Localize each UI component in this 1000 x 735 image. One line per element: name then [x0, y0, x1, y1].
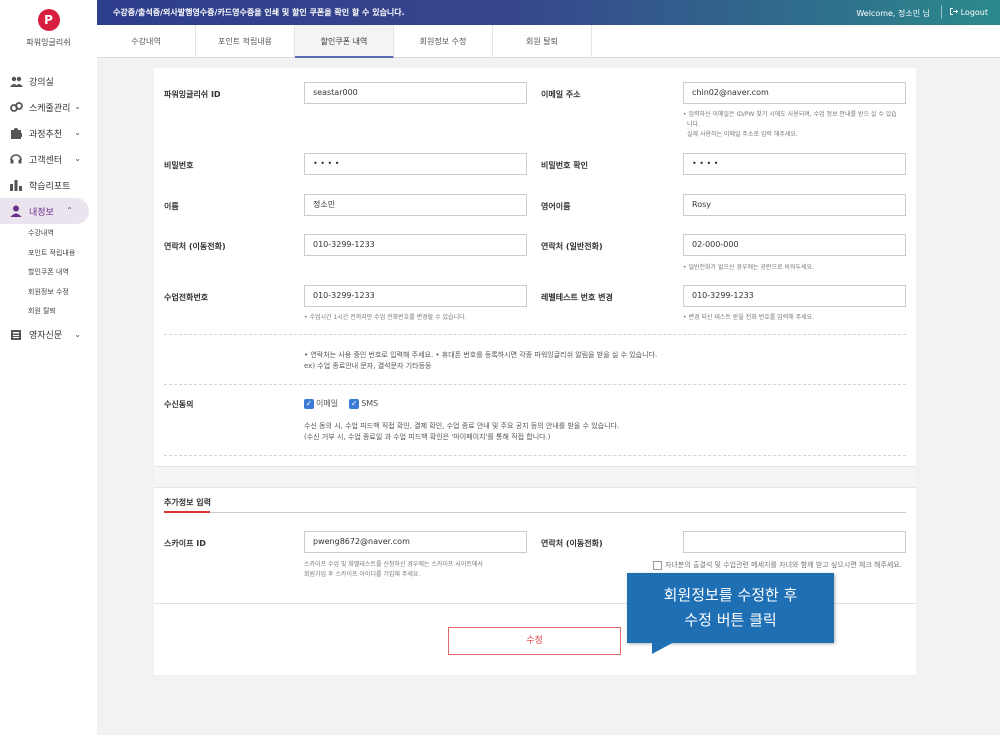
guardian-check-row: 자녀분의 출결석 및 수업관련 메세지를 자녀와 함께 받고 싶으시면 체크 해… — [653, 560, 902, 570]
email-label: 이메일 주소 — [541, 90, 581, 99]
password-field[interactable]: • • • • — [304, 153, 527, 175]
tab-bar: 수강내역 포인트 적립내용 할인쿠폰 내역 회원정보 수정 회원 탈퇴 — [97, 25, 1000, 58]
logo-area[interactable]: P 파워잉글리쉬 — [0, 0, 97, 58]
mobile-field[interactable]: 010-3299-1233 — [304, 234, 527, 256]
tab-course-history[interactable]: 수강내역 — [97, 25, 196, 58]
phone-field[interactable]: 02-000-000 — [683, 234, 906, 256]
tab-points[interactable]: 포인트 적립내용 — [196, 25, 295, 58]
contact-note: • 연락처는 사용 중인 번호로 입력해 주세요. • 휴대폰 번호를 등록하시… — [304, 350, 657, 372]
divider — [164, 334, 906, 335]
level-test-field[interactable]: 010-3299-1233 — [683, 285, 906, 307]
tooltip-line: 수정 버튼 클릭 — [684, 611, 777, 629]
guardian-check-label: 자녀분의 출결석 및 수업관련 메세지를 자녀와 함께 받고 싶으시면 체크 해… — [665, 561, 902, 569]
english-name-label: 영어이름 — [541, 202, 571, 211]
english-name-field[interactable]: Rosy — [683, 194, 906, 216]
logout-icon — [949, 7, 958, 18]
phone-hint: • 일반전화가 없으신 경우에는 공란으로 비워두세요. — [683, 264, 814, 271]
name-label: 이름 — [164, 202, 179, 211]
email-hint-line: 니다. — [687, 121, 700, 128]
class-phone-field[interactable]: 010-3299-1233 — [304, 285, 527, 307]
password-confirm-field[interactable]: • • • • — [683, 153, 906, 175]
welcome-text: Welcome, 정소민 님 — [856, 9, 930, 18]
class-phone-label: 수업전화번호 — [164, 293, 209, 302]
brand-name: 파워잉글리쉬 — [26, 38, 71, 47]
contact-note-line: ex) 수업 종료안내 문자, 결석문자 기타등등 — [304, 362, 432, 370]
tab-coupons[interactable]: 할인쿠폰 내역 — [295, 25, 394, 58]
submit-button[interactable]: 수정 — [448, 627, 621, 655]
level-test-label: 레벨테스트 번호 변경 — [541, 293, 613, 302]
skype-hint-line: 스카이프 수업 및 화벨테스트를 신청하신 경우에는 스카이프 사이트에서 — [304, 561, 483, 568]
consent-note: 수신 동의 시, 수업 피드백 직접 확인, 결제 확인, 수업 종료 안내 및… — [304, 421, 619, 443]
email-hint: • 입력하신 이메일은 ID/PW 찾기 시에도 사용되며, 수업 정보 안내를… — [683, 110, 908, 140]
sms-consent-checkbox[interactable]: ✓ — [349, 398, 360, 409]
consent-checkboxes: ✓ 이메일 ✓ SMS — [304, 398, 378, 409]
phone-label: 연락처 (일반전화) — [541, 242, 603, 251]
guardian-phone-label: 연락처 (이동전화) — [541, 539, 603, 548]
email-field[interactable]: chin02@naver.com — [683, 82, 906, 104]
email-hint-line: 실제 사용하는 이메일 주소로 입력 해주세요. — [687, 131, 798, 138]
id-field[interactable]: seastar000 — [304, 82, 527, 104]
section-underline-accent — [164, 511, 210, 513]
password-label: 비밀번호 — [164, 161, 194, 170]
id-label: 파워잉글리쉬 ID — [164, 90, 221, 99]
email-hint-line: • 입력하신 이메일은 ID/PW 찾기 시에도 사용되며, 수업 정보 안내를… — [683, 111, 897, 118]
tooltip-tail — [652, 642, 674, 654]
header-divider — [941, 5, 942, 19]
top-header: 수강증/출석증/외사발행영수증/카드영수증을 인쇄 및 할인 쿠폰을 확인 할 … — [97, 0, 1000, 25]
guardian-checkbox[interactable] — [653, 560, 662, 570]
level-test-hint: • 변경 되신 테스트 받을 전화 번호를 입력해 주세요. — [683, 314, 815, 321]
skype-hint: 스카이프 수업 및 화벨테스트를 신청하신 경우에는 스카이프 사이트에서 회원… — [304, 560, 483, 580]
section-separator — [154, 466, 916, 488]
tab-withdraw[interactable]: 회원 탈퇴 — [493, 25, 592, 58]
logout-button[interactable]: Logout — [949, 7, 988, 18]
guardian-phone-field[interactable] — [683, 531, 906, 553]
email-consent-checkbox[interactable]: ✓ — [304, 398, 314, 409]
email-consent-label: 이메일 — [316, 399, 339, 408]
sms-consent-label: SMS — [361, 399, 379, 408]
name-field[interactable]: 정소민 — [304, 194, 527, 216]
divider — [164, 455, 906, 456]
logout-label: Logout — [960, 8, 988, 17]
skype-label: 스카이프 ID — [164, 539, 206, 548]
header-notice: 수강증/출석증/외사발행영수증/카드영수증을 인쇄 및 할인 쿠폰을 확인 할 … — [113, 8, 405, 17]
skype-field[interactable]: pweng8672@naver.com — [304, 531, 527, 553]
skype-hint-line: 회원가입 후 스카이프 아이디를 기입해 주세요. — [304, 571, 421, 578]
mobile-label: 연락처 (이동전화) — [164, 242, 226, 251]
consent-note-line: (수신 거부 시, 수업 종료일 과 수업 피드백 확인은 '마이페이지'를 통… — [304, 433, 551, 441]
password-confirm-label: 비밀번호 확인 — [541, 161, 588, 170]
divider — [164, 384, 906, 385]
extra-info-title: 추가정보 입력 — [164, 498, 211, 507]
contact-note-line: • 연락처는 사용 중인 번호로 입력해 주세요. • 휴대폰 번호를 등록하시… — [304, 351, 658, 359]
tab-edit-info[interactable]: 회원정보 수정 — [394, 25, 493, 58]
guide-tooltip: 회원정보를 수정한 후 수정 버튼 클릭 — [627, 573, 834, 643]
consent-note-line: 수신 동의 시, 수업 피드백 직접 확인, 결제 확인, 수업 종료 안내 및… — [304, 422, 620, 430]
class-phone-hint: • 수업시간 1시간 전까지만 수업 전화번호를 변경할 수 있습니다. — [304, 314, 467, 321]
tooltip-line: 회원정보를 수정한 후 — [663, 586, 798, 604]
brand-logo: P — [37, 9, 60, 31]
section-underline — [164, 512, 906, 513]
consent-label: 수신동의 — [164, 400, 194, 409]
